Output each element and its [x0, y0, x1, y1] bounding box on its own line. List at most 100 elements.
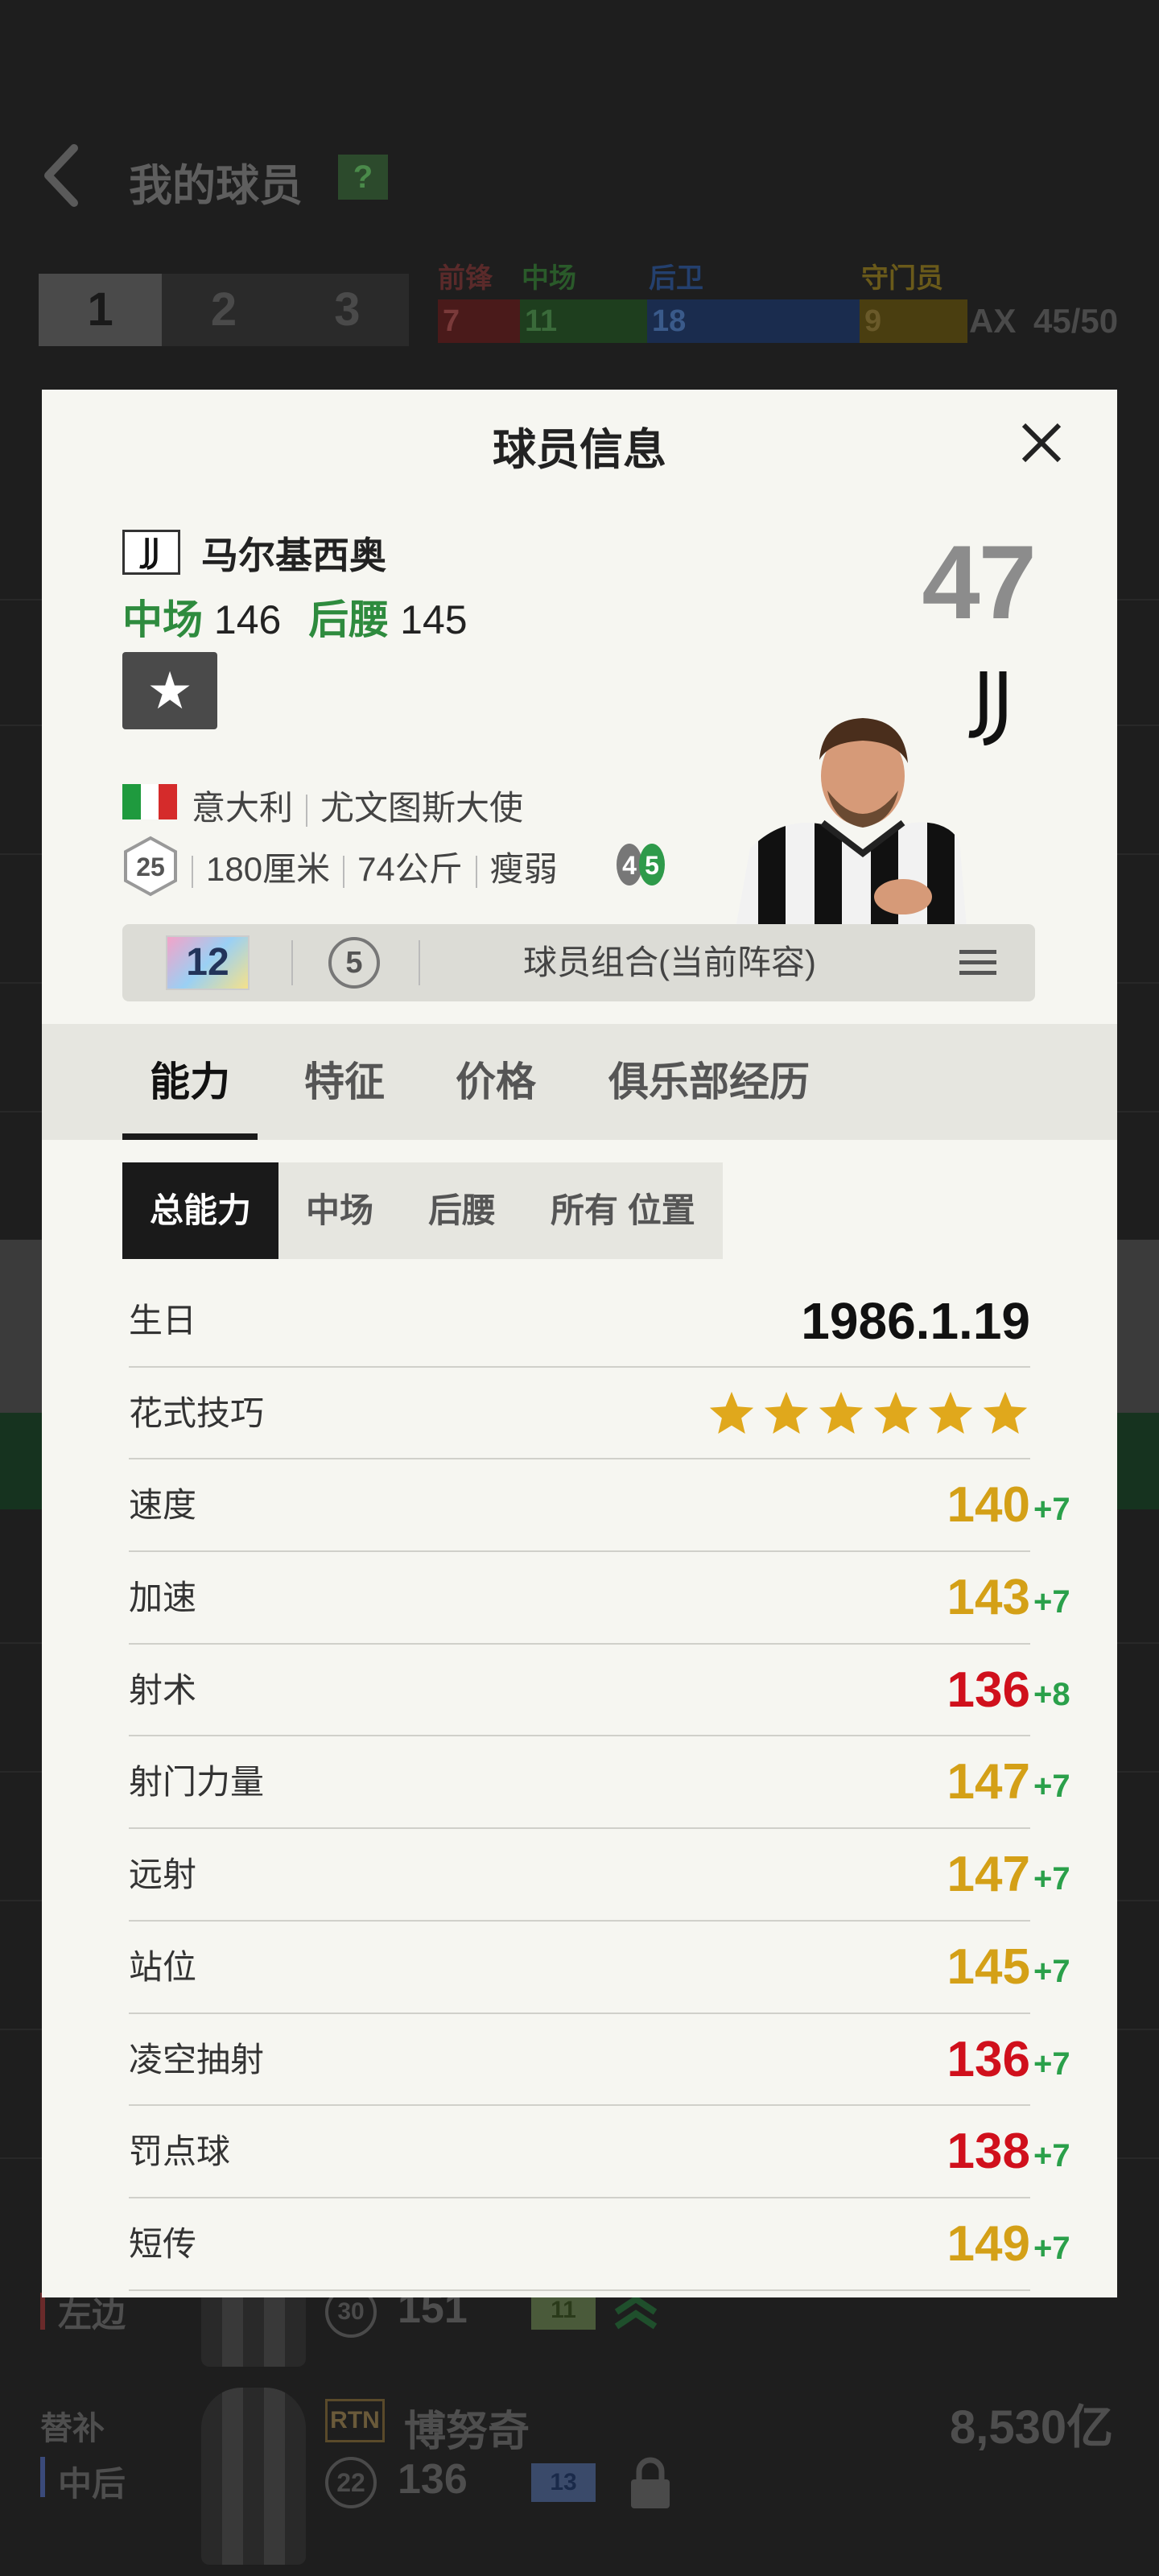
right-foot-value: 5 — [645, 851, 659, 880]
stat-bonus: +7 — [1033, 1861, 1070, 1897]
stat-bonus: +7 — [1033, 2230, 1070, 2266]
position-label: 中场 — [122, 597, 203, 642]
foot-rating-icon: 4 5 — [617, 844, 665, 886]
star-icon — [928, 1391, 973, 1434]
stat-label: 加速 — [129, 1579, 197, 1617]
stat-value: 145 — [947, 1938, 1030, 1995]
tab-traits[interactable]: 特征 — [304, 1024, 385, 1140]
sub-position: 中后 — [58, 2465, 126, 2503]
physical-info-line: 180厘米 74公斤 瘦弱 — [192, 842, 558, 891]
lineup-tabs: 1 2 3 — [39, 274, 409, 346]
card-level-badge: 12 — [166, 935, 250, 990]
back-arrow-icon[interactable] — [42, 143, 80, 208]
gk-count-bar: 9 — [860, 299, 967, 343]
stat-bonus: +7 — [1033, 1492, 1070, 1528]
page-title: 我的球员 — [129, 162, 303, 210]
lineup-tab-2[interactable]: 2 — [162, 274, 285, 346]
stat-label: 射门力量 — [129, 1763, 265, 1802]
fw-label: 前锋 — [438, 263, 493, 294]
stat-label: 站位 — [129, 1947, 197, 1986]
player-combo-bar[interactable]: 12 5 球员组合(当前阵容) — [122, 924, 1035, 1001]
squad-count: 45/50 — [1033, 302, 1119, 340]
close-icon[interactable] — [1017, 419, 1066, 467]
main-tabs: 能力 特征 价格 俱乐部经历 — [42, 1024, 1117, 1140]
age-hexagon-icon: 25 — [124, 836, 177, 897]
season-badge: RTN — [325, 2399, 385, 2442]
favorite-star-button[interactable]: ★ — [122, 652, 217, 729]
tab-price[interactable]: 价格 — [456, 1024, 536, 1140]
stat-value: 136 — [947, 2031, 1030, 2087]
modal-title: 球员信息 — [493, 426, 666, 474]
subtab-overall[interactable]: 总能力 — [122, 1162, 279, 1259]
fw-count-bar: 7 — [438, 299, 520, 343]
combo-count-badge: 5 — [328, 937, 380, 989]
position-ratings: 中场 146 后腰 145 — [122, 588, 484, 646]
stat-row: 罚点球 138 +7 — [129, 2106, 1070, 2198]
stat-row: 远射 147 +7 — [129, 1829, 1070, 1922]
stat-label: 短传 — [129, 2224, 197, 2263]
upgrade-chevron-icon — [614, 2295, 658, 2330]
stat-bonus: +7 — [1033, 2046, 1070, 2082]
stat-bonus: +7 — [1033, 2138, 1070, 2174]
lineup-tab-3[interactable]: 3 — [286, 274, 409, 346]
stat-bonus: +7 — [1033, 1584, 1070, 1620]
stat-row: 生日 1986.1.19 — [129, 1275, 1030, 1368]
left-foot-value: 4 — [622, 851, 637, 880]
stat-row: 射术 136 +8 — [129, 1645, 1070, 1737]
stat-label: 花式技巧 — [129, 1393, 265, 1432]
age-value: 25 — [136, 852, 165, 881]
separator — [475, 855, 477, 888]
overall-rating: 47 — [922, 523, 1037, 641]
position-label: 后腰 — [308, 597, 390, 642]
height: 180厘米 — [206, 850, 331, 888]
stat-label: 凌空抽射 — [129, 2040, 265, 2079]
lineup-tab-1[interactable]: 1 — [39, 274, 163, 346]
stat-value: 143 — [947, 1570, 1030, 1626]
star-icon — [709, 1391, 754, 1434]
stat-row: 射门力量 147 +7 — [129, 1736, 1070, 1830]
stat-row: 花式技巧 — [129, 1368, 1030, 1460]
player-thumbnail — [201, 2388, 306, 2565]
sub-player-name: 博努奇 — [404, 2409, 530, 2455]
lock-icon — [631, 2457, 670, 2508]
stat-value: 147 — [947, 1847, 1030, 1903]
club-role: 尤文图斯大使 — [320, 789, 524, 827]
stat-bonus: +8 — [1033, 1676, 1070, 1712]
sub-tabs: 总能力 中场 后腰 所有 位置 — [122, 1162, 723, 1259]
subtab-midfield[interactable]: 中场 — [278, 1162, 401, 1259]
separator — [192, 855, 193, 888]
menu-icon[interactable] — [958, 947, 998, 979]
position-color-marker — [40, 2457, 45, 2497]
stat-row: 短传 149 +7 — [129, 2198, 1070, 2291]
player-name: 马尔基西奥 — [201, 535, 386, 576]
tab-club-history[interactable]: 俱乐部经历 — [608, 1024, 810, 1140]
star-icon — [819, 1391, 864, 1434]
separator — [291, 940, 293, 985]
stat-row: 加速 143 +7 — [129, 1552, 1070, 1645]
stat-value: 140 — [947, 1477, 1030, 1534]
gk-label: 守门员 — [861, 263, 943, 294]
stat-value: 136 — [947, 1662, 1030, 1718]
star-icon — [764, 1391, 809, 1434]
subtab-dm[interactable]: 后腰 — [401, 1162, 523, 1259]
separator — [306, 794, 308, 827]
stat-label: 射术 — [129, 1670, 197, 1709]
stat-value: 149 — [947, 2215, 1030, 2272]
stat-bonus: +7 — [1033, 1769, 1070, 1805]
stat-label: 远射 — [129, 1856, 197, 1894]
tab-ability[interactable]: 能力 — [122, 1024, 258, 1140]
stat-bonus: +7 — [1033, 1953, 1070, 1989]
subtab-all-positions[interactable]: 所有 位置 — [523, 1162, 723, 1259]
stat-row: 速度 140 +7 — [129, 1459, 1070, 1553]
nation-club-line: 意大利 尤文图斯大使 — [192, 781, 523, 830]
stat-value: 147 — [947, 1754, 1030, 1810]
stat-value: 138 — [947, 2124, 1030, 2180]
nation: 意大利 — [192, 789, 294, 827]
position-value: 146 — [213, 597, 282, 642]
skill-stars — [707, 1389, 1030, 1440]
mf-label: 中场 — [522, 263, 576, 294]
player-info-modal: 球员信息 马尔基西奥 中场 146 后腰 145 ★ 47 意大利 尤文图斯大使 … — [42, 390, 1117, 2297]
help-button[interactable]: ? — [338, 155, 388, 200]
stat-value: 1986.1.19 — [801, 1292, 1030, 1350]
separator — [343, 855, 345, 888]
